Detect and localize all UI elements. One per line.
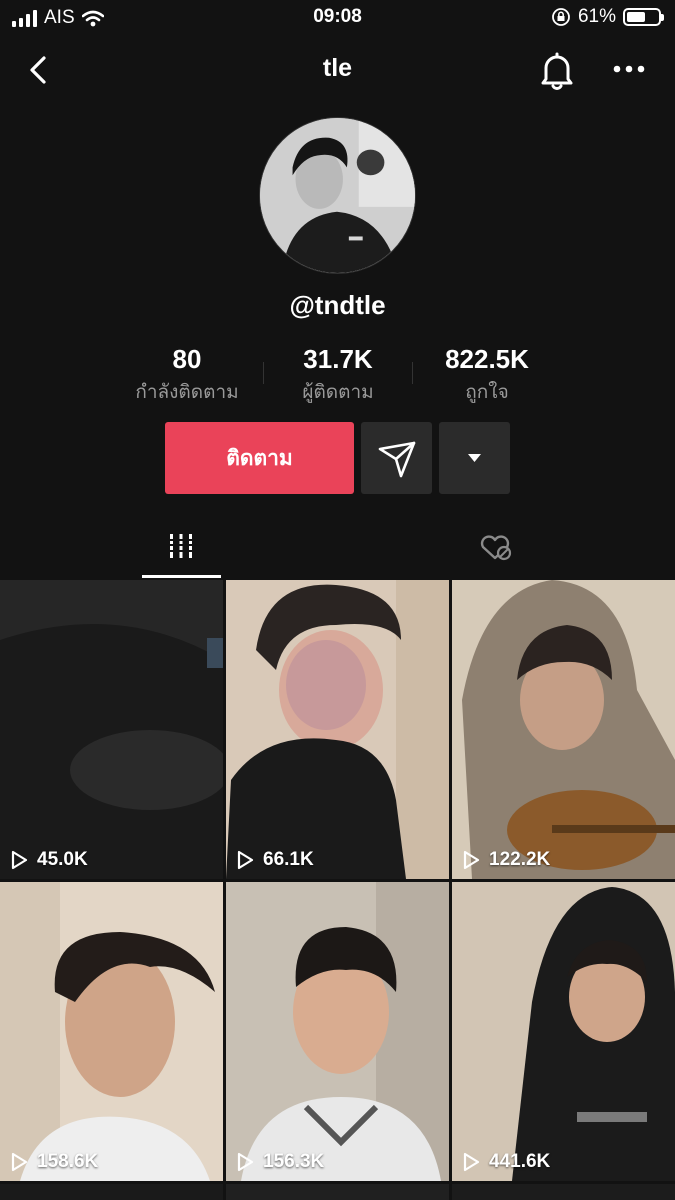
profile-username: @tndtle	[289, 290, 386, 320]
profile-stats: 80 กำลังติดตาม 31.7K ผู้ติดตาม 822.5K ถู…	[0, 344, 675, 404]
avatar[interactable]	[259, 117, 416, 274]
video-thumbnail[interactable]: 122.2K	[452, 580, 675, 879]
view-count-text: 441.6K	[489, 1151, 551, 1172]
notification-button[interactable]	[536, 48, 578, 92]
message-button[interactable]	[361, 422, 432, 494]
nav-bar: tle	[0, 40, 675, 100]
view-count-text: 66.1K	[263, 849, 314, 870]
more-dots-icon	[613, 65, 645, 73]
view-count-text: 158.6K	[37, 1151, 99, 1172]
view-count: 66.1K	[234, 849, 314, 871]
profile-tabs	[0, 520, 675, 578]
view-count: 156.3K	[234, 1151, 324, 1173]
battery-percent: 61%	[577, 6, 616, 27]
stat-value: 822.5K	[445, 344, 529, 374]
stat-label: ถูกใจ	[465, 382, 509, 403]
play-outline-icon	[237, 850, 254, 870]
video-preview-image	[452, 580, 675, 879]
more-options-button[interactable]	[606, 52, 652, 86]
tab-videos[interactable]	[142, 520, 220, 578]
battery-icon	[623, 8, 664, 26]
video-thumbnail[interactable]	[0, 1184, 223, 1200]
view-count: 122.2K	[460, 849, 550, 871]
video-preview-image	[0, 580, 223, 879]
view-count: 158.6K	[8, 1151, 98, 1173]
video-thumbnail[interactable]: 156.3K	[226, 882, 449, 1181]
caret-down-icon	[468, 454, 481, 462]
video-thumbnail[interactable]: 441.6K	[452, 882, 675, 1181]
stat-likes: 822.5K ถูกใจ	[412, 344, 562, 407]
stat-value: 31.7K	[303, 344, 373, 374]
bell-icon	[541, 52, 573, 90]
view-count-text: 122.2K	[489, 849, 551, 870]
stat-following[interactable]: 80 กำลังติดตาม	[112, 344, 262, 407]
stat-value: 80	[172, 344, 202, 374]
video-preview-image	[0, 882, 223, 1181]
play-outline-icon	[237, 1152, 254, 1172]
video-thumbnail[interactable]: 158.6K	[0, 882, 223, 1181]
tab-liked[interactable]	[456, 520, 534, 578]
stat-label: กำลังติดตาม	[135, 382, 239, 403]
video-preview-image	[226, 882, 449, 1181]
grid-icon	[168, 534, 194, 558]
follow-button[interactable]: ติดตาม	[165, 422, 354, 494]
play-outline-icon	[463, 1152, 480, 1172]
avatar-photo	[260, 118, 415, 273]
play-outline-icon	[11, 1152, 28, 1172]
view-count-text: 156.3K	[263, 1151, 325, 1172]
stat-followers[interactable]: 31.7K ผู้ติดตาม	[263, 344, 413, 407]
video-thumbnail[interactable]	[452, 1184, 675, 1200]
suggested-accounts-button[interactable]	[439, 422, 510, 494]
video-thumbnail[interactable]: 66.1K	[226, 580, 449, 879]
play-outline-icon	[463, 850, 480, 870]
video-thumbnail[interactable]: 45.0K	[0, 580, 223, 879]
send-icon	[378, 441, 416, 478]
stat-label: ผู้ติดตาม	[302, 382, 374, 403]
video-preview-image	[226, 580, 449, 879]
view-count: 441.6K	[460, 1151, 550, 1173]
active-tab-indicator	[142, 575, 221, 578]
status-bar: AIS 09:08 61%	[0, 0, 675, 36]
hidden-liked-icon	[480, 535, 512, 561]
play-outline-icon	[11, 850, 28, 870]
orientation-lock-icon	[552, 8, 570, 26]
view-count-text: 45.0K	[37, 849, 88, 870]
video-grid: 45.0K 66.1K 122.2K 158.6K 156.3K 441.6K	[0, 580, 675, 1200]
video-preview-image	[452, 882, 675, 1181]
video-thumbnail[interactable]	[226, 1184, 449, 1200]
view-count: 45.0K	[8, 849, 88, 871]
